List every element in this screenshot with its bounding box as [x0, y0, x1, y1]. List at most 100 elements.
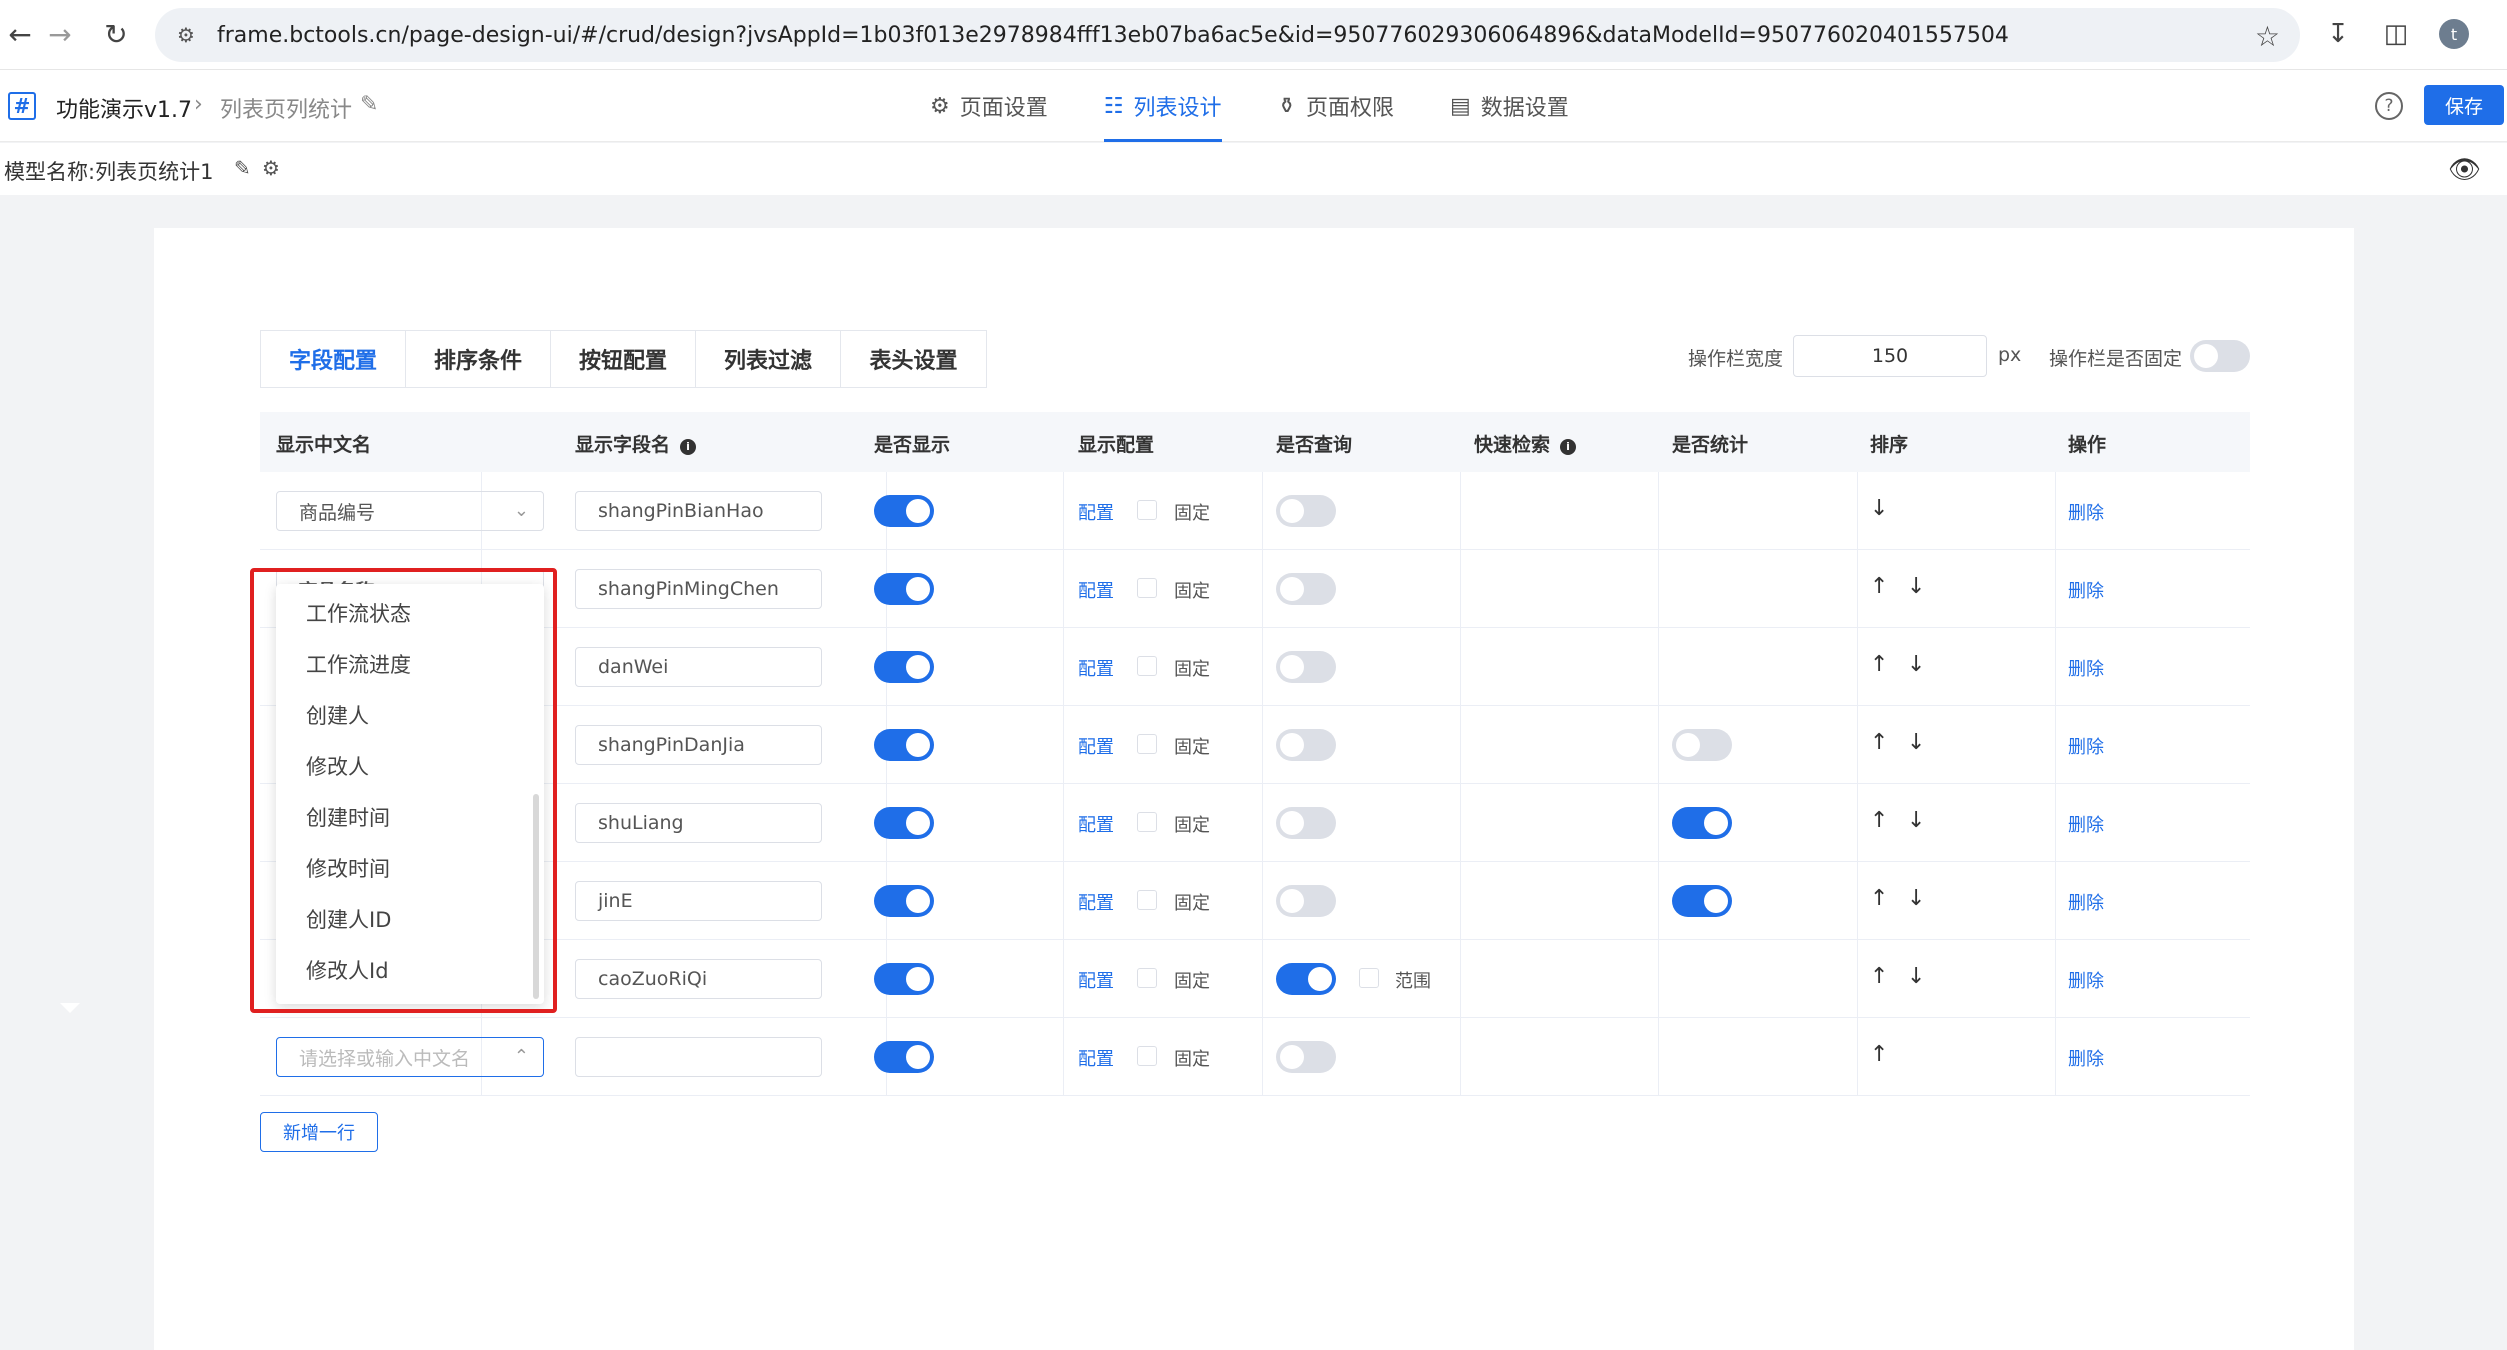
delete-link[interactable]: 删除 [2068, 655, 2104, 681]
cn-name-select[interactable]: 请选择或输入中文名 ⌃ [276, 1037, 544, 1077]
reload-icon[interactable]: ↻ [96, 14, 136, 54]
query-toggle[interactable] [1276, 963, 1336, 995]
query-toggle[interactable] [1276, 1041, 1336, 1073]
tab-header-settings[interactable]: 表头设置 [841, 331, 986, 387]
field-name-input[interactable]: danWei [575, 647, 822, 687]
back-arrow-icon[interactable]: ← [0, 14, 40, 54]
op-fixed-toggle[interactable] [2190, 340, 2250, 372]
avatar[interactable]: t [2439, 19, 2469, 49]
config-link[interactable]: 配置 [1078, 811, 1114, 837]
query-toggle[interactable] [1276, 807, 1336, 839]
arrow-down-icon[interactable]: ↓ [1907, 886, 1925, 911]
field-name-input[interactable]: shangPinMingChen [575, 569, 822, 609]
field-name-input[interactable]: shuLiang [575, 803, 822, 843]
fixed-checkbox[interactable] [1137, 812, 1157, 832]
show-toggle[interactable] [874, 807, 934, 839]
stat-toggle[interactable] [1672, 729, 1732, 761]
stat-toggle[interactable] [1672, 807, 1732, 839]
download-icon[interactable]: ↧ [2318, 14, 2358, 54]
query-toggle[interactable] [1276, 885, 1336, 917]
profile-button[interactable]: t [2434, 14, 2474, 54]
tab-page-permission[interactable]: ⚱ 页面权限 [1278, 70, 1394, 142]
field-name-input[interactable]: caoZuoRiQi [575, 959, 822, 999]
tab-sort-conditions[interactable]: 排序条件 [406, 331, 551, 387]
config-link[interactable]: 配置 [1078, 1045, 1114, 1071]
config-link[interactable]: 配置 [1078, 967, 1114, 993]
arrow-up-icon[interactable]: ↑ [1870, 808, 1888, 833]
config-link[interactable]: 配置 [1078, 889, 1114, 915]
field-name-input[interactable]: jinE [575, 881, 822, 921]
add-row-button[interactable]: 新增一行 [260, 1112, 378, 1152]
arrow-up-icon[interactable]: ↑ [1870, 1042, 1888, 1067]
arrow-down-icon[interactable]: ↓ [1907, 652, 1925, 677]
show-toggle[interactable] [874, 651, 934, 683]
save-button[interactable]: 保存 [2424, 85, 2504, 125]
delete-link[interactable]: 删除 [2068, 1045, 2104, 1071]
config-link[interactable]: 配置 [1078, 733, 1114, 759]
stat-toggle[interactable] [1672, 885, 1732, 917]
bookmark-star-icon[interactable]: ☆ [2255, 20, 2280, 53]
edit-pencil-icon[interactable]: ✎ [360, 92, 378, 117]
side-panel-icon[interactable]: ◫ [2376, 14, 2416, 54]
config-link[interactable]: 配置 [1078, 655, 1114, 681]
arrow-down-icon[interactable]: ↓ [1907, 964, 1925, 989]
tab-data-settings[interactable]: ▤ 数据设置 [1450, 70, 1569, 142]
show-toggle[interactable] [874, 885, 934, 917]
range-checkbox[interactable] [1359, 968, 1379, 988]
field-name-input[interactable]: shangPinDanJia [575, 725, 822, 765]
breadcrumb-app[interactable]: 功能演示v1.7 [56, 92, 192, 124]
query-toggle[interactable] [1276, 651, 1336, 683]
edit-pencil-icon[interactable]: ✎ [234, 156, 251, 180]
delete-link[interactable]: 删除 [2068, 733, 2104, 759]
fixed-checkbox[interactable] [1137, 734, 1157, 754]
arrow-up-icon[interactable]: ↑ [1870, 652, 1888, 677]
tab-field-config[interactable]: 字段配置 [261, 331, 406, 387]
show-toggle[interactable] [874, 729, 934, 761]
query-toggle[interactable] [1276, 573, 1336, 605]
query-toggle[interactable] [1276, 729, 1336, 761]
site-settings-icon[interactable]: ⚙ [173, 22, 199, 48]
delete-link[interactable]: 删除 [2068, 811, 2104, 837]
help-icon[interactable]: ? [2375, 92, 2403, 120]
config-link[interactable]: 配置 [1078, 499, 1114, 525]
field-name-input[interactable]: shangPinBianHao [575, 491, 822, 531]
arrow-down-icon[interactable]: ↓ [1870, 496, 1888, 521]
settings-gear-icon[interactable]: ⚙ [262, 156, 280, 180]
fixed-checkbox[interactable] [1137, 500, 1157, 520]
arrow-up-icon[interactable]: ↑ [1870, 886, 1888, 911]
arrow-up-icon[interactable]: ↑ [1870, 574, 1888, 599]
delete-link[interactable]: 删除 [2068, 499, 2104, 525]
delete-link[interactable]: 删除 [2068, 889, 2104, 915]
tab-button-config[interactable]: 按钮配置 [551, 331, 696, 387]
fixed-checkbox[interactable] [1137, 656, 1157, 676]
arrow-down-icon[interactable]: ↓ [1907, 808, 1925, 833]
fixed-checkbox[interactable] [1137, 578, 1157, 598]
op-width-input[interactable] [1793, 335, 1987, 377]
query-toggle[interactable] [1276, 495, 1336, 527]
fixed-checkbox[interactable] [1137, 890, 1157, 910]
preview-eye-icon[interactable]: 👁 [2448, 155, 2481, 185]
field-name-input[interactable] [575, 1037, 822, 1077]
more-menu-icon[interactable]: ⋮ [2492, 14, 2507, 54]
fixed-checkbox[interactable] [1137, 968, 1157, 988]
show-toggle[interactable] [874, 495, 934, 527]
arrow-up-icon[interactable]: ↑ [1870, 964, 1888, 989]
info-icon[interactable]: i [1560, 438, 1577, 455]
show-toggle[interactable] [874, 573, 934, 605]
arrow-up-icon[interactable]: ↑ [1870, 730, 1888, 755]
url-text[interactable]: frame.bctools.cn/page-design-ui/#/crud/d… [217, 23, 2009, 48]
config-link[interactable]: 配置 [1078, 577, 1114, 603]
show-toggle[interactable] [874, 963, 934, 995]
info-icon[interactable]: i [680, 438, 697, 455]
tab-page-settings[interactable]: ⚙ 页面设置 [930, 70, 1048, 142]
address-bar[interactable]: ⚙ frame.bctools.cn/page-design-ui/#/crud… [155, 8, 2300, 62]
fixed-checkbox[interactable] [1137, 1046, 1157, 1066]
cn-name-select[interactable]: 商品编号 ⌄ [276, 491, 544, 531]
show-toggle[interactable] [874, 1041, 934, 1073]
tab-list-design[interactable]: ☷ 列表设计 [1103, 70, 1222, 142]
delete-link[interactable]: 删除 [2068, 967, 2104, 993]
tab-list-filter[interactable]: 列表过滤 [696, 331, 841, 387]
arrow-down-icon[interactable]: ↓ [1907, 574, 1925, 599]
delete-link[interactable]: 删除 [2068, 577, 2104, 603]
forward-arrow-icon[interactable]: → [40, 14, 80, 54]
